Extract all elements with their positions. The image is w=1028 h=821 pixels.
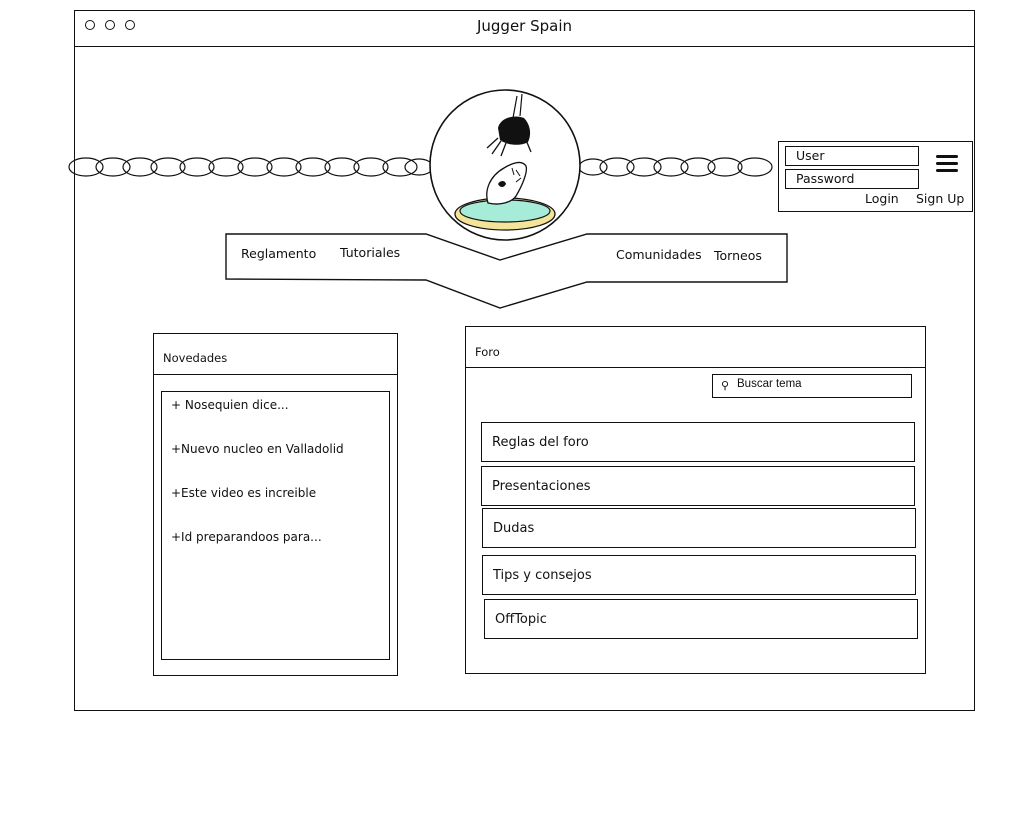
password-input[interactable]: Password bbox=[785, 169, 919, 189]
forum-topic[interactable]: Presentaciones bbox=[481, 466, 915, 506]
hamburger-menu-icon[interactable] bbox=[936, 155, 958, 173]
news-divider bbox=[153, 374, 398, 375]
nav-item-torneos[interactable]: Torneos bbox=[714, 248, 762, 263]
signup-link[interactable]: Sign Up bbox=[916, 191, 964, 206]
forum-topic[interactable]: Tips y consejos bbox=[482, 555, 916, 595]
right-chain-icon bbox=[578, 157, 773, 177]
nav-item-comunidades[interactable]: Comunidades bbox=[616, 247, 702, 262]
news-item[interactable]: +Nuevo nucleo en Valladolid bbox=[171, 442, 344, 456]
forum-divider bbox=[465, 367, 926, 368]
user-input[interactable]: User bbox=[785, 146, 919, 166]
search-placeholder: Buscar tema bbox=[737, 378, 802, 390]
forum-topic[interactable]: Dudas bbox=[482, 508, 916, 548]
forum-topic[interactable]: Reglas del foro bbox=[481, 422, 915, 462]
forum-topic[interactable]: OffTopic bbox=[484, 599, 918, 639]
search-icon: ⚲ bbox=[721, 379, 730, 392]
forum-title: Foro bbox=[475, 345, 500, 359]
news-list bbox=[161, 391, 390, 660]
forum-search-input[interactable]: ⚲ Buscar tema bbox=[712, 374, 912, 398]
nav-item-tutoriales[interactable]: Tutoriales bbox=[340, 245, 400, 260]
news-item[interactable]: +Este video es increible bbox=[171, 486, 316, 500]
news-title: Novedades bbox=[163, 351, 228, 365]
login-link[interactable]: Login bbox=[865, 191, 899, 206]
news-item[interactable]: +Id preparandoos para... bbox=[171, 530, 322, 544]
left-chain-icon bbox=[68, 157, 434, 177]
nav-item-reglamento[interactable]: Reglamento bbox=[241, 246, 316, 261]
news-item[interactable]: + Nosequien dice... bbox=[171, 398, 289, 412]
jugger-logo-icon bbox=[429, 89, 581, 241]
